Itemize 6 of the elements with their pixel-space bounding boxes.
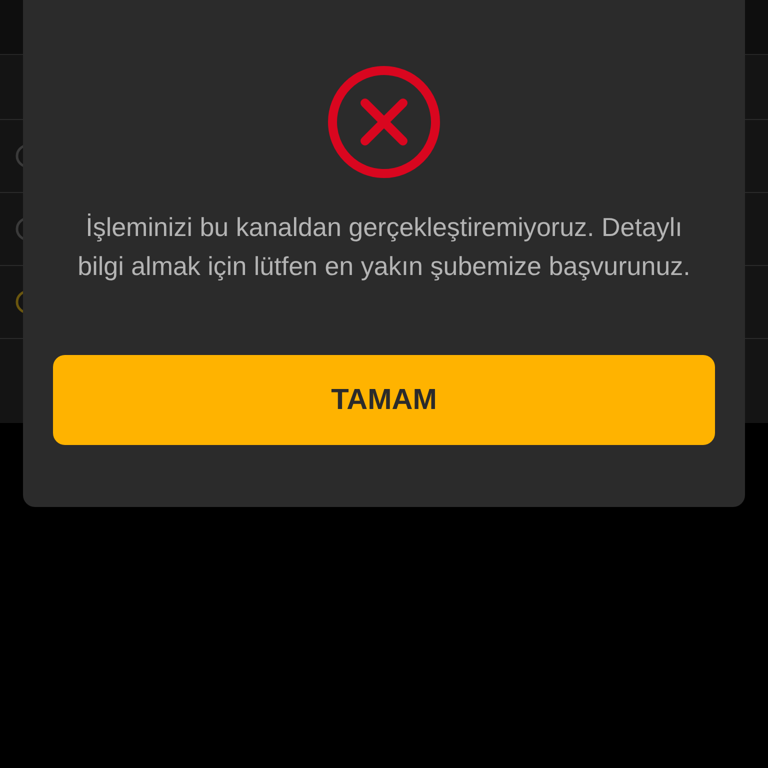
ok-button[interactable]: TAMAM — [53, 355, 715, 445]
radio-icon[interactable] — [15, 290, 23, 314]
radio-icon[interactable] — [15, 144, 23, 168]
error-message: İşleminizi bu kanaldan gerçekleştiremiyoruz. Detaylı bilgi almak için lütfen en yakın şubemize başvurunuz. — [76, 211, 692, 283]
radio-icon[interactable] — [15, 217, 23, 241]
error-icon — [328, 66, 440, 178]
